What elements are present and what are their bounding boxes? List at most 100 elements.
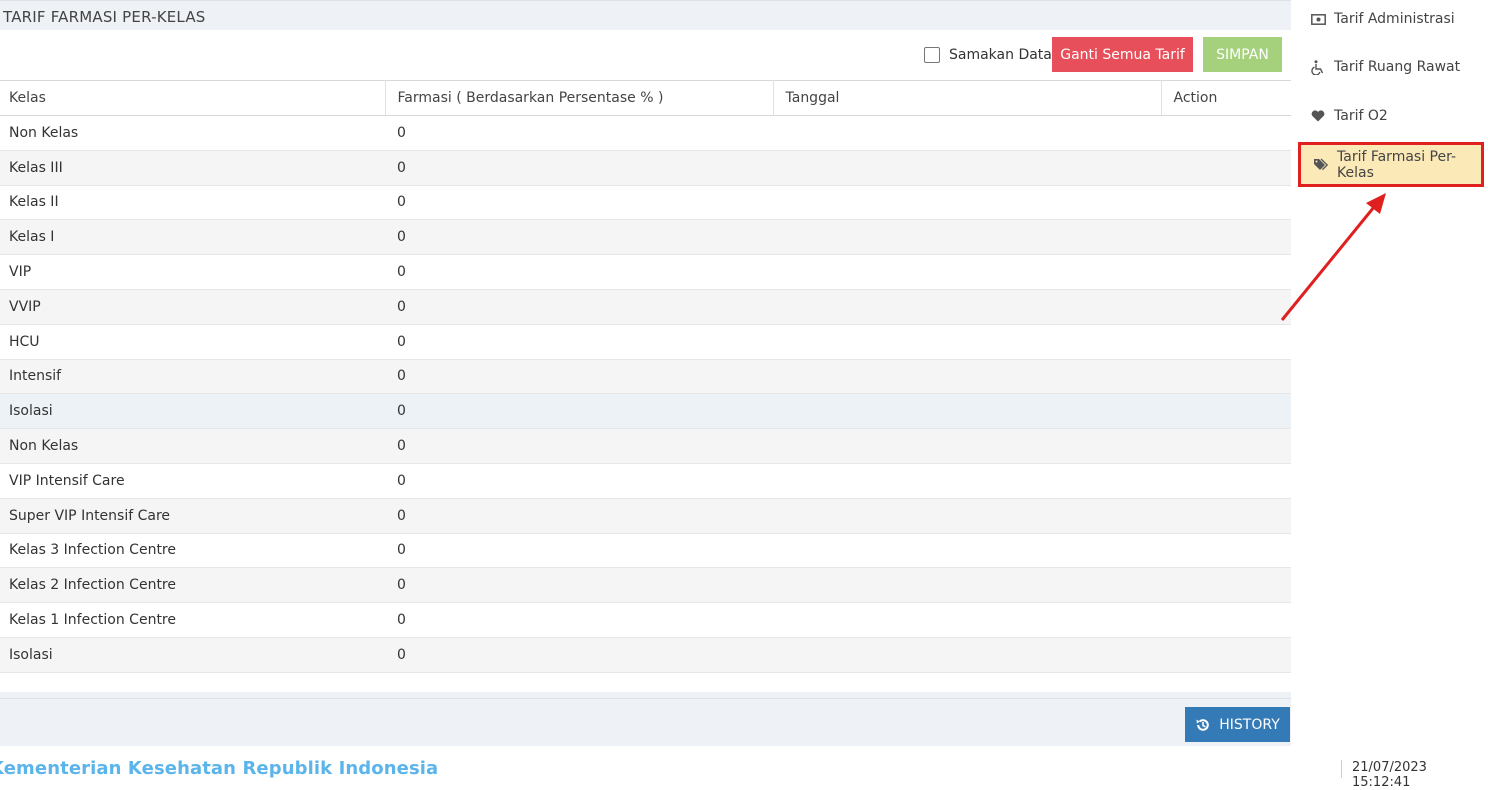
heart-icon bbox=[1310, 110, 1326, 122]
toolbar: Samakan Data Ganti Semua Tarif SIMPAN bbox=[0, 30, 1291, 80]
cell-kelas: VIP bbox=[0, 254, 385, 290]
cell-farmasi: 0 bbox=[385, 324, 773, 360]
table-row: Intensif 0 bbox=[0, 359, 1291, 395]
table-row: Non Kelas 0 bbox=[0, 115, 1291, 151]
cell-tanggal bbox=[773, 637, 1161, 673]
cell-tanggal bbox=[773, 567, 1161, 604]
cell-tanggal bbox=[773, 428, 1161, 464]
cell-action bbox=[1161, 463, 1291, 499]
history-button[interactable]: HISTORY bbox=[1185, 707, 1290, 742]
table-row: Kelas I0 bbox=[0, 219, 1291, 256]
cell-kelas: VIP Intensif Care bbox=[0, 463, 385, 499]
cell-kelas: Isolasi bbox=[0, 393, 385, 430]
cell-farmasi: 0 bbox=[385, 289, 773, 325]
cell-tanggal bbox=[773, 254, 1161, 290]
cell-kelas: Kelas 2 Infection Centre bbox=[0, 567, 385, 604]
cell-farmasi: 0 bbox=[385, 219, 773, 256]
cell-tanggal bbox=[773, 219, 1161, 256]
cell-kelas: Non Kelas bbox=[0, 115, 385, 151]
cell-farmasi: 0 bbox=[385, 637, 773, 673]
cell-farmasi: 0 bbox=[385, 463, 773, 499]
samakan-data-checkbox[interactable] bbox=[924, 47, 940, 63]
cell-tanggal bbox=[773, 393, 1161, 430]
cell-tanggal bbox=[773, 150, 1161, 186]
sidebar-item-tarif-o2[interactable]: Tarif O2 bbox=[1298, 94, 1484, 138]
replace-all-tariff-button[interactable]: Ganti Semua Tarif bbox=[1052, 37, 1193, 72]
cell-action bbox=[1161, 533, 1291, 569]
cell-action bbox=[1161, 567, 1291, 604]
page-footer: Kementerian Kesehatan Republik Indonesia… bbox=[0, 746, 1488, 790]
cell-action bbox=[1161, 393, 1291, 430]
sidebar-item-tarif-administrasi[interactable]: Tarif Administrasi bbox=[1298, 0, 1484, 41]
tags-icon bbox=[1313, 158, 1329, 171]
table-row: VIP Intensif Care 0 bbox=[0, 463, 1291, 499]
cell-action bbox=[1161, 185, 1291, 221]
cell-tanggal bbox=[773, 602, 1161, 638]
column-header-tanggal: Tanggal bbox=[773, 80, 1162, 116]
history-icon bbox=[1196, 718, 1210, 731]
panel-title: TARIF FARMASI PER-KELAS bbox=[3, 8, 206, 26]
sidebar-item-tarif-farmasi-per-kelas[interactable]: Tarif Farmasi Per-Kelas bbox=[1298, 142, 1484, 187]
table-row: Kelas II 0 bbox=[0, 185, 1291, 221]
cell-kelas: Kelas 1 Infection Centre bbox=[0, 602, 385, 638]
cell-action bbox=[1161, 428, 1291, 464]
column-header-action: Action bbox=[1161, 80, 1291, 116]
table-row: Isolasi 0 bbox=[0, 637, 1291, 673]
cell-action bbox=[1161, 115, 1291, 151]
cell-farmasi: 0 bbox=[385, 254, 773, 290]
cell-farmasi: 0 bbox=[385, 393, 773, 430]
save-button[interactable]: SIMPAN bbox=[1203, 37, 1282, 72]
cell-tanggal bbox=[773, 324, 1161, 360]
table-row: Isolasi 0 bbox=[0, 393, 1291, 430]
wheelchair-icon bbox=[1310, 59, 1326, 75]
cell-farmasi: 0 bbox=[385, 498, 773, 534]
cell-farmasi: 0 bbox=[385, 567, 773, 604]
cell-action bbox=[1161, 150, 1291, 186]
table-row: VIP 0 bbox=[0, 254, 1291, 290]
table-row: Kelas III 0 bbox=[0, 150, 1291, 186]
panel-header: TARIF FARMASI PER-KELAS bbox=[0, 0, 1291, 30]
cell-farmasi: 0 bbox=[385, 359, 773, 395]
cell-action bbox=[1161, 359, 1291, 395]
sidebar-item-label: Tarif Administrasi bbox=[1334, 11, 1455, 27]
cell-action bbox=[1161, 602, 1291, 638]
sidebar: Tarif Administrasi Tarif Ruang Rawat Tar… bbox=[1298, 0, 1488, 746]
table-row: VVIP 0 bbox=[0, 289, 1291, 325]
table-row: Kelas 2 Infection Centre 0 bbox=[0, 567, 1291, 604]
footer-organization: Kementerian Kesehatan Republik Indonesia bbox=[0, 758, 439, 779]
cell-kelas: Kelas 3 Infection Centre bbox=[0, 533, 385, 569]
cell-tanggal bbox=[773, 359, 1161, 395]
cell-action bbox=[1161, 219, 1291, 256]
panel-footer: HISTORY bbox=[0, 698, 1291, 746]
table-row: Kelas 1 Infection Centre 0 bbox=[0, 602, 1291, 638]
main-area: TARIF FARMASI PER-KELAS Samakan Data Gan… bbox=[0, 0, 1298, 746]
cell-farmasi: 0 bbox=[385, 115, 773, 151]
table-row: Kelas 3 Infection Centre 0 bbox=[0, 533, 1291, 569]
samakan-data-label: Samakan Data bbox=[949, 47, 1052, 63]
cell-kelas: Kelas I bbox=[0, 219, 385, 256]
cell-kelas: HCU bbox=[0, 324, 385, 360]
table-body: Non Kelas 0 Kelas III 0 Kelas II 0 Kelas I 0 VIP… bbox=[0, 115, 1291, 673]
table-header-row: Kelas Farmasi ( Berdasarkan Persentase %… bbox=[0, 80, 1291, 116]
cell-kelas: Kelas II bbox=[0, 185, 385, 221]
samakan-data-control[interactable]: Samakan Data bbox=[924, 47, 1052, 63]
cell-action bbox=[1161, 324, 1291, 360]
cell-farmasi: 0 bbox=[385, 533, 773, 569]
cell-action bbox=[1161, 637, 1291, 673]
sidebar-item-tarif-ruang-rawat[interactable]: Tarif Ruang Rawat bbox=[1298, 45, 1484, 89]
column-header-farmasi: Farmasi ( Berdasarkan Persentase % ) bbox=[385, 80, 774, 116]
cell-tanggal bbox=[773, 185, 1161, 221]
cell-farmasi: 0 bbox=[385, 602, 773, 638]
cell-farmasi: 0 bbox=[385, 150, 773, 186]
cell-farmasi: 0 bbox=[385, 185, 773, 221]
tarif-farmasi-panel: TARIF FARMASI PER-KELAS Samakan Data Gan… bbox=[0, 0, 1291, 746]
panel-body: Samakan Data Ganti Semua Tarif SIMPAN Ke… bbox=[0, 30, 1291, 692]
cell-kelas: Intensif bbox=[0, 359, 385, 395]
cell-kelas: Isolasi bbox=[0, 637, 385, 673]
table-row: Super VIP Intensif Care 0 bbox=[0, 498, 1291, 534]
cell-kelas: Super VIP Intensif Care bbox=[0, 498, 385, 534]
sidebar-item-label: Tarif O2 bbox=[1334, 108, 1388, 124]
footer-datetime: 21/07/2023 15:12:41 bbox=[1341, 760, 1488, 790]
cell-tanggal bbox=[773, 463, 1161, 499]
table-row: HCU 0 bbox=[0, 324, 1291, 360]
